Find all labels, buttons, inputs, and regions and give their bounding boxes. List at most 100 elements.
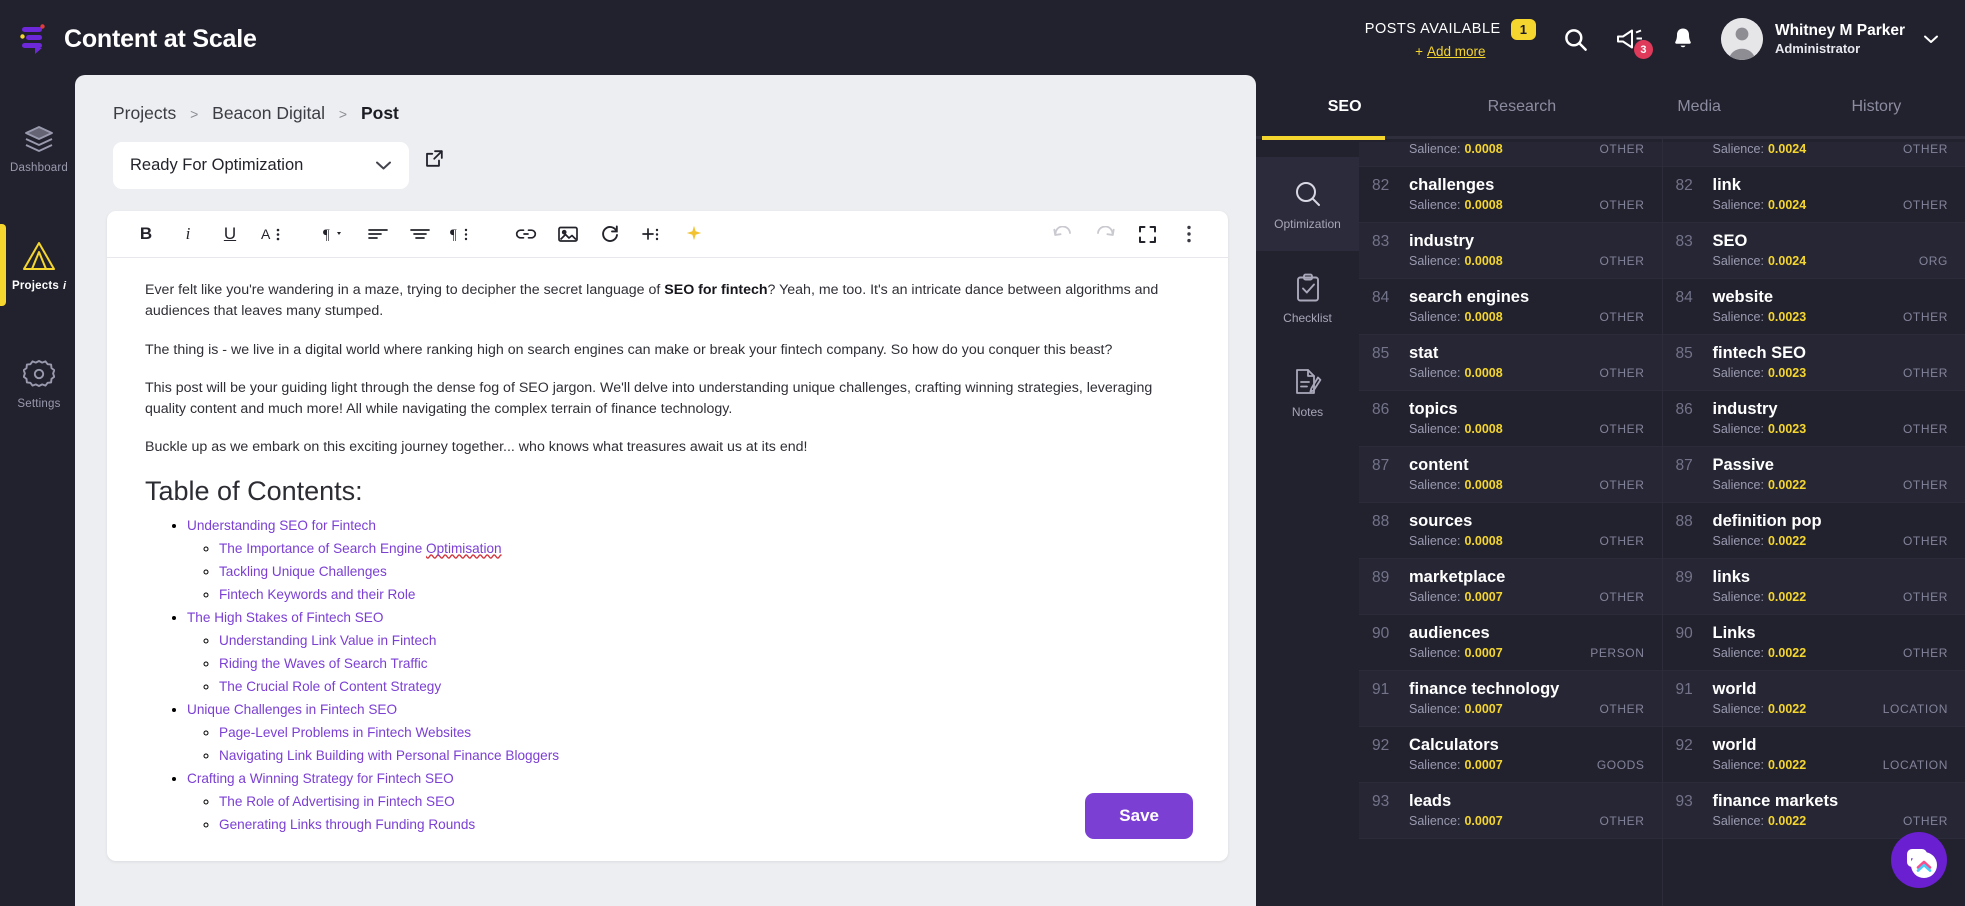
- list-item: Fintech Keywords and their Role: [219, 586, 1190, 604]
- more-options-button[interactable]: [1168, 214, 1210, 254]
- keywords-column-right[interactable]: Salience: 0.0024 OTHER 82 link Salience: 0.002…: [1661, 139, 1965, 906]
- salience-label: Salience:: [1409, 814, 1461, 828]
- toc-sublist: Page-Level Problems in Fintech Websites N…: [187, 724, 1190, 765]
- keyword-row[interactable]: 92 Calculators Salience: 0.0007 GOODS: [1359, 727, 1662, 783]
- sidebar-item-dashboard[interactable]: Dashboard: [0, 108, 78, 188]
- notifications-button[interactable]: [1671, 26, 1695, 52]
- ai-sparkle-button[interactable]: [673, 214, 715, 254]
- keyword-term: challenges: [1409, 176, 1495, 194]
- toc-link[interactable]: Navigating Link Building with Personal F…: [219, 748, 559, 763]
- salience-label: Salience:: [1409, 702, 1461, 716]
- italic-button[interactable]: i: [167, 214, 209, 254]
- add-more-link[interactable]: + Add more: [1415, 44, 1485, 59]
- keyword-row[interactable]: 87 content Salience: 0.0008 OTHER: [1359, 447, 1662, 503]
- brand[interactable]: Content at Scale: [0, 22, 330, 56]
- keyword-row[interactable]: 93 leads Salience: 0.0007 OTHER: [1359, 783, 1662, 839]
- panel-item-optimization[interactable]: Optimization: [1256, 157, 1359, 251]
- editor-document[interactable]: Ever felt like you're wandering in a maz…: [107, 258, 1228, 861]
- keyword-term: leads: [1409, 792, 1452, 810]
- salience-label: Salience:: [1712, 366, 1764, 380]
- sidebar-item-projects[interactable]: Projects i: [0, 224, 78, 306]
- chat-widget-button[interactable]: [1891, 832, 1947, 888]
- status-select[interactable]: Ready For Optimization: [113, 142, 409, 189]
- underline-button[interactable]: U: [209, 214, 251, 254]
- breadcrumb-project[interactable]: Beacon Digital: [212, 103, 325, 123]
- toc-link[interactable]: Riding the Waves of Search Traffic: [219, 656, 428, 671]
- keyword-row[interactable]: 91 finance technology Salience: 0.0007 OTHER: [1359, 671, 1662, 727]
- sidebar-item-settings[interactable]: Settings: [0, 342, 78, 424]
- panel-item-notes[interactable]: Notes: [1256, 345, 1359, 439]
- paragraph-format-button[interactable]: ¶: [315, 214, 357, 254]
- tab-seo[interactable]: SEO: [1256, 98, 1433, 116]
- toc-link[interactable]: The Crucial Role of Content Strategy: [219, 679, 441, 694]
- font-size-button[interactable]: A: [251, 214, 293, 254]
- toc-link[interactable]: Page-Level Problems in Fintech Websites: [219, 725, 471, 740]
- keyword-row[interactable]: 84 website Salience: 0.0023 OTHER: [1662, 279, 1965, 335]
- keyword-row[interactable]: 91 world Salience: 0.0022 LOCATION: [1662, 671, 1965, 727]
- info-icon[interactable]: i: [63, 280, 66, 292]
- keyword-row[interactable]: 82 link Salience: 0.0024 OTHER: [1662, 167, 1965, 223]
- panel-item-checklist[interactable]: Checklist: [1256, 251, 1359, 345]
- keywords-column-left[interactable]: Salience: 0.0008 OTHER 82 challenges Salience…: [1359, 139, 1662, 906]
- keyword-row[interactable]: 83 SEO Salience: 0.0024 ORG: [1662, 223, 1965, 279]
- toc-link[interactable]: Unique Challenges in Fintech SEO: [187, 702, 397, 717]
- search-button[interactable]: [1562, 26, 1589, 53]
- keyword-row[interactable]: 85 fintech SEO Salience: 0.0023 OTHER: [1662, 335, 1965, 391]
- keyword-term: audiences: [1409, 624, 1490, 642]
- keyword-term: link: [1712, 176, 1741, 194]
- posts-available-count: 1: [1510, 18, 1536, 41]
- align-left-button[interactable]: [357, 214, 399, 254]
- undo-button[interactable]: [1042, 214, 1084, 254]
- keyword-row[interactable]: 86 topics Salience: 0.0008 OTHER: [1359, 391, 1662, 447]
- redo-button[interactable]: [1084, 214, 1126, 254]
- keyword-row[interactable]: 89 links Salience: 0.0022 OTHER: [1662, 559, 1965, 615]
- keyword-row[interactable]: 87 Passive Salience: 0.0022 OTHER: [1662, 447, 1965, 503]
- post-editor-modal: Projects > Beacon Digital > Post Ready F…: [75, 75, 1256, 906]
- announcements-button[interactable]: 3: [1615, 25, 1653, 59]
- toc-link[interactable]: Fintech Keywords and their Role: [219, 587, 415, 602]
- salience-label: Salience:: [1712, 646, 1764, 660]
- keyword-row[interactable]: 85 stat Salience: 0.0008 OTHER: [1359, 335, 1662, 391]
- user-menu[interactable]: Whitney M Parker Administrator: [1720, 18, 1939, 60]
- insert-image-button[interactable]: [547, 214, 589, 254]
- salience-value: 0.0024: [1767, 142, 1807, 156]
- tab-media[interactable]: Media: [1611, 98, 1788, 116]
- keyword-row[interactable]: 90 Links Salience: 0.0022 OTHER: [1662, 615, 1965, 671]
- save-button[interactable]: Save: [1085, 793, 1193, 839]
- insert-link-button[interactable]: [505, 214, 547, 254]
- keyword-row[interactable]: 88 sources Salience: 0.0008 OTHER: [1359, 503, 1662, 559]
- tab-research[interactable]: Research: [1433, 98, 1610, 116]
- keyword-row[interactable]: 90 audiences Salience: 0.0007 PERSON: [1359, 615, 1662, 671]
- toc-link[interactable]: The High Stakes of Fintech SEO: [187, 610, 383, 625]
- keyword-row[interactable]: Salience: 0.0024 OTHER: [1662, 142, 1965, 167]
- keyword-row[interactable]: 84 search engines Salience: 0.0008 OTHER: [1359, 279, 1662, 335]
- bold-button[interactable]: B: [125, 214, 167, 254]
- paragraph-style-button[interactable]: ¶: [441, 214, 483, 254]
- toc-link[interactable]: The Importance of Search Engine Optimisa…: [219, 541, 502, 556]
- open-external-button[interactable]: [425, 149, 444, 168]
- keyword-row[interactable]: 93 finance markets Salience: 0.0022 OTHER: [1662, 783, 1965, 839]
- keyword-row[interactable]: 89 marketplace Salience: 0.0007 OTHER: [1359, 559, 1662, 615]
- keyword-row[interactable]: 86 industry Salience: 0.0023 OTHER: [1662, 391, 1965, 447]
- keyword-term: marketplace: [1409, 568, 1506, 586]
- salience-label: Salience:: [1712, 198, 1764, 212]
- tab-history[interactable]: History: [1788, 98, 1965, 116]
- toc-link[interactable]: Understanding Link Value in Fintech: [219, 633, 436, 648]
- svg-text:A: A: [261, 226, 271, 242]
- insert-element-button[interactable]: [631, 214, 673, 254]
- align-center-button[interactable]: [399, 214, 441, 254]
- chevron-down-icon[interactable]: [1923, 34, 1939, 44]
- keyword-row[interactable]: 92 world Salience: 0.0022 LOCATION: [1662, 727, 1965, 783]
- regenerate-button[interactable]: [589, 214, 631, 254]
- toc-link[interactable]: Understanding SEO for Fintech: [187, 518, 376, 533]
- clickup-icon: [1911, 852, 1937, 878]
- keyword-row[interactable]: 83 industry Salience: 0.0008 OTHER: [1359, 223, 1662, 279]
- keyword-row[interactable]: 82 challenges Salience: 0.0008 OTHER: [1359, 167, 1662, 223]
- avatar: [1720, 18, 1763, 60]
- keyword-row[interactable]: Salience: 0.0008 OTHER: [1359, 142, 1662, 167]
- layers-icon: [23, 124, 55, 154]
- breadcrumb-projects[interactable]: Projects: [113, 103, 176, 123]
- toc-link[interactable]: Tackling Unique Challenges: [219, 564, 387, 579]
- keyword-row[interactable]: 88 definition pop Salience: 0.0022 OTHER: [1662, 503, 1965, 559]
- fullscreen-button[interactable]: [1126, 214, 1168, 254]
